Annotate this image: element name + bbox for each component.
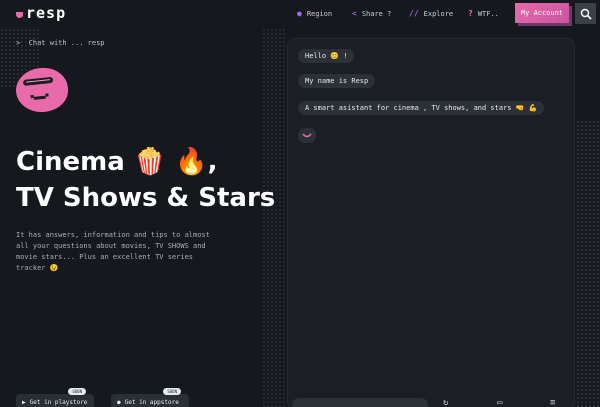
- smile-icon: [302, 132, 312, 137]
- share-icon: <: [352, 9, 357, 18]
- search-icon: [580, 8, 592, 20]
- chat-message: A smart asistant for cinema , TV shows, …: [298, 101, 545, 115]
- menu-icon[interactable]: ≡: [550, 398, 555, 407]
- nav-region-label: Region: [306, 9, 333, 18]
- chat-with-text: Chat with ... resp: [28, 39, 105, 47]
- soon-badge: SOON: [68, 388, 86, 395]
- play-icon: ▶: [22, 398, 26, 406]
- slashes-icon: //: [409, 9, 419, 18]
- headline-line-1: Cinema 🍿 🔥,: [16, 147, 218, 177]
- refresh-icon[interactable]: ↻: [443, 398, 448, 407]
- chat-panel: [287, 38, 575, 407]
- nav-wtf-label: WTF..: [477, 9, 499, 18]
- logo[interactable]: resp: [16, 4, 66, 22]
- top-bar: resp ● Region < Share ? // Explore ? WTF…: [0, 0, 600, 28]
- chat-message: My name is Resp: [298, 74, 376, 88]
- logo-mark-icon: [16, 11, 23, 18]
- question-icon: ?: [468, 9, 473, 18]
- appstore-button[interactable]: ● Get in appstore SOON: [111, 388, 189, 407]
- chat-message: Hello 😊 !: [298, 49, 355, 63]
- my-account-button[interactable]: My Account: [515, 3, 569, 23]
- apple-icon: ●: [117, 398, 121, 406]
- nav-share[interactable]: < Share ?: [352, 9, 391, 18]
- globe-icon: ●: [297, 9, 302, 18]
- dotted-texture-right: [576, 120, 600, 407]
- page-title: Cinema 🍿 🔥, TV Shows & Stars: [16, 144, 275, 216]
- appstore-label: Get in appstore: [124, 398, 179, 406]
- nav-region[interactable]: ● Region: [297, 9, 332, 18]
- chevron-right-icon: >: [16, 39, 29, 47]
- nav-share-label: Share ?: [361, 9, 392, 18]
- soon-badge: SOON: [163, 388, 181, 395]
- description: It has answers, information and tips to …: [16, 231, 210, 272]
- search-button[interactable]: [575, 3, 596, 24]
- window-icon[interactable]: ▭: [497, 398, 502, 407]
- typing-indicator: [298, 128, 316, 143]
- nav-explore-label: Explore: [423, 9, 454, 18]
- avatar-mouth: [33, 95, 46, 100]
- avatar-mouth-right: [45, 93, 49, 97]
- logo-text: resp: [26, 4, 67, 22]
- headline-line-2: TV Shows & Stars: [16, 183, 276, 213]
- nav-explore[interactable]: // Explore: [409, 9, 453, 18]
- chat-with-label: > Chat with ... resp: [16, 39, 105, 47]
- playstore-label: Get in playstore: [29, 398, 88, 406]
- dotted-texture-divider: [262, 28, 286, 407]
- chat-input[interactable]: [292, 398, 428, 407]
- nav-wtf[interactable]: ? WTF..: [468, 9, 499, 18]
- playstore-button[interactable]: ▶ Get in playstore SOON: [16, 388, 94, 407]
